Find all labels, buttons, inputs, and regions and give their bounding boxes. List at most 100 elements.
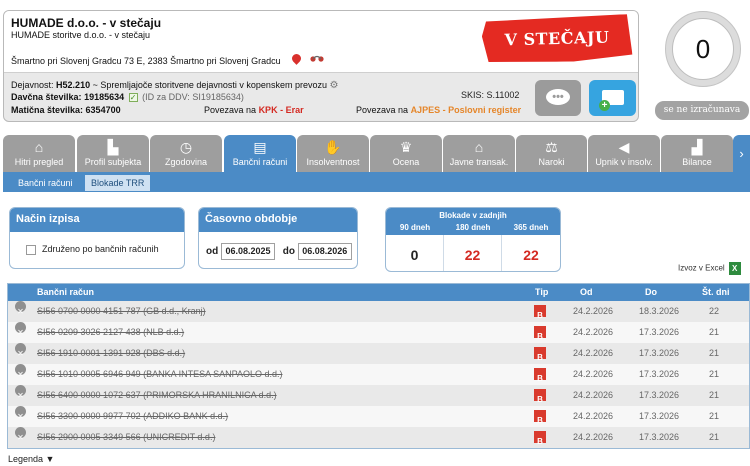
vat-id: (ID za DDV: SI19185634) [142,92,244,102]
gears-icon[interactable]: ⚙ [329,80,338,91]
col-to[interactable]: Do [645,284,657,301]
bankruptcy-stamp: V STEČAJU [481,14,632,64]
to-cell: 17.3.2026 [639,369,680,379]
to-cell: 17.3.2026 [639,411,680,421]
time-period-title: Časovno obdobje [199,208,357,232]
megaphone-icon: ◀ [618,139,630,155]
card-icon: ▤ [253,139,267,155]
skis-info: SKIS: S.11002 [461,90,519,100]
block-type-badge: B [534,410,546,425]
kpk-erar-link[interactable]: KPK - Erar [259,105,304,115]
main-tabs: ⌂ Hitri pregled ▙ Profil subjekta ◷ Zgodovi… [3,135,750,172]
tax-line: Davčna številka: 19185634 ✓ (ID za DDV: … [11,92,244,102]
blocked-x-icon: ✕ [15,343,26,358]
subtab-blokade-trr[interactable]: Blokade TRR [85,175,151,191]
account-cell: SI56 3300 0000 9977 702 (ADDIKO BANK d.d… [37,411,229,421]
grouped-by-account-label: Združeno po bančnih računih [42,244,159,254]
tab-upnik-v-insolv[interactable]: ◀ Upnik v insolv. [588,135,660,172]
col-account[interactable]: Bančni račun [37,284,94,301]
table-row[interactable]: ✕ SI56 3300 0000 9977 702 (ADDIKO BANK d.… [8,406,749,427]
block-type-badge: B [534,305,546,320]
date-to-label: do [282,246,295,258]
tab-javne-transakcije[interactable]: ⌂ Javne transak. [443,135,515,172]
days-cell: 21 [709,348,720,358]
blocks-180-label: 180 dneh [455,223,491,232]
company-name: HUMADE d.o.o. - v stečaju [11,16,162,30]
table-row[interactable]: ✕ SI56 0209 3026 2127 438 (NLB d.d.) B 24.2… [8,322,749,343]
tab-zgodovina[interactable]: ◷ Zgodovina [150,135,222,172]
days-cell: 21 [709,369,720,379]
from-cell: 24.2.2026 [573,327,614,337]
tab-bancni-racuni[interactable]: ▤ Bančni računi [224,135,296,172]
map-pin-icon[interactable] [290,52,303,65]
subtab-bancni-racuni[interactable]: Bančni računi [12,175,79,191]
ajpes-link[interactable]: AJPES - Poslovni register [411,105,522,115]
blocked-x-icon: ✕ [15,364,26,379]
col-type[interactable]: Tip [535,284,548,301]
ajpes-link-line: Povezava na AJPES - Poslovni register [356,105,521,115]
account-cell: SI56 0209 3026 2127 438 (NLB d.d.) [37,327,185,337]
col-from[interactable]: Od [580,284,593,301]
company-title-area: HUMADE d.o.o. - v stečaju HUMADE storitv… [4,11,638,73]
tab-naroki[interactable]: ⚖ Naroki [516,135,587,172]
from-cell: 24.2.2026 [573,306,614,316]
days-cell: 21 [709,411,720,421]
kpk-link-prefix: Povezava na [204,105,257,115]
reg-label: Matična številka: [11,105,84,115]
skis-value: S.11002 [486,90,520,100]
block-type-badge: B [534,389,546,404]
blocks-summary-panel: Blokade v zadnjih 90 dneh 180 dneh 365 d… [385,207,561,272]
col-days[interactable]: Št. dni [702,284,730,301]
factory-icon: ▙ [107,139,119,155]
tab-ocena[interactable]: ♛ Ocena [370,135,442,172]
account-cell: SI56 0700 0000 4151 787 (GB d.d., Kranj) [37,306,206,316]
stamp-text: V STEČAJU [504,27,610,50]
from-cell: 24.2.2026 [573,432,614,442]
blocked-x-icon: ✕ [15,385,26,400]
account-cell: SI56 6400 0000 1072 637 (PRIMORSKA HRANI… [37,390,277,400]
table-row[interactable]: ✕ SI56 1910 0001 1391 928 (DBS d.d.) B 24.2… [8,343,749,364]
tab-insolventnost[interactable]: ✋ Insolventnost [297,135,369,172]
grouped-by-account-checkbox[interactable] [26,244,36,255]
excel-export-link[interactable]: Izvoz v Excel X [678,262,741,275]
kpk-link-line: Povezava na KPK - Erar [204,105,304,115]
blocks-90-label: 90 dneh [399,223,431,232]
date-to-input[interactable]: 06.08.2026 [297,243,352,260]
home-icon: ⌂ [34,139,44,155]
date-from-label: od [206,246,219,258]
scales-icon: ⚖ [545,139,558,155]
route-icon[interactable] [310,54,324,64]
company-header: HUMADE d.o.o. - v stečaju HUMADE storitv… [3,10,639,122]
days-cell: 22 [709,306,720,316]
block-type-badge: B [534,431,546,446]
comments-button[interactable]: ••• [535,80,581,116]
to-cell: 18.3.2026 [639,306,680,316]
days-cell: 21 [709,327,720,337]
tabs-scroll-right-icon[interactable]: › [733,135,750,172]
to-cell: 17.3.2026 [639,327,680,337]
activity-text: ~ Spremljajoče storitvene dejavnosti v k… [92,80,327,90]
blocks-summary-title: Blokade v zadnjih [439,211,507,220]
table-row[interactable]: ✕ SI56 1010 0005 6946 949 (BANKA INTESA S… [8,364,749,385]
activity-code: H52.210 [56,80,91,90]
date-from-input[interactable]: 06.08.2025 [221,243,275,260]
excel-export-label: Izvoz v Excel [678,263,725,273]
legend-toggle[interactable]: Legenda ▼ [8,454,54,464]
score-value: 0 [672,18,734,80]
table-row[interactable]: ✕ SI56 6400 0000 1072 637 (PRIMORSKA HRAN… [8,385,749,406]
table-row[interactable]: ✕ SI56 2900 0005 3349 566 (UNICREDIT d.d.… [8,427,749,448]
tab-profil-subjekta[interactable]: ▙ Profil subjekta [77,135,149,172]
subtab-bar: Bančni računi Blokade TRR [3,172,750,192]
blocks-365-label: 365 dneh [513,223,549,232]
tab-bilance[interactable]: ▟ Bilance [661,135,733,172]
blocked-x-icon: ✕ [15,427,26,442]
account-cell: SI56 2900 0005 3349 566 (UNICREDIT d.d.) [37,432,216,442]
time-period-panel: Časovno obdobje od 06.08.2025 do 06.08.2… [198,207,358,269]
add-to-portfolio-button[interactable]: + [589,80,636,116]
chart-icon: ▟ [691,139,703,155]
tax-number: 19185634 [84,92,125,102]
tab-hitri-pregled[interactable]: ⌂ Hitri pregled [3,135,75,172]
display-mode-title: Način izpisa [10,208,184,232]
excel-icon: X [728,262,741,275]
table-row[interactable]: ✕ SI56 0700 0000 4151 787 (GB d.d., Kranj… [8,301,749,322]
